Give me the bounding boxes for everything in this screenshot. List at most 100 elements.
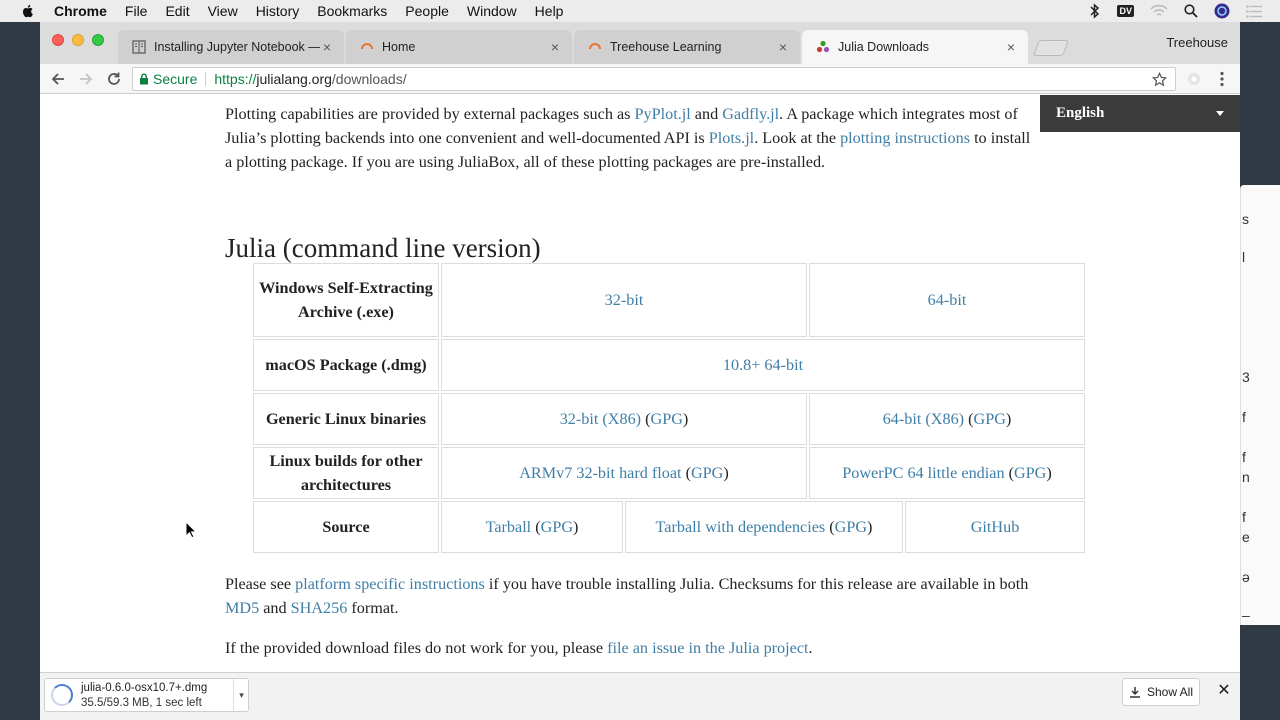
julia-favicon-icon — [816, 40, 830, 53]
siri-icon[interactable] — [1214, 3, 1230, 19]
link-tarball[interactable]: Tarball — [486, 518, 532, 536]
tab-title: Julia Downloads — [838, 40, 930, 54]
download-item[interactable]: julia-0.6.0-osx10.7+.dmg 35.5/59.3 MB, 1… — [44, 678, 249, 712]
show-all-button[interactable]: Show All — [1122, 678, 1200, 706]
text: and — [690, 105, 723, 123]
text: . Look at the — [754, 129, 841, 147]
link-platform-instructions[interactable]: platform specific instructions — [295, 575, 485, 593]
menu-window[interactable]: Window — [467, 3, 517, 19]
menu-edit[interactable]: Edit — [165, 3, 189, 19]
bg-glyph: n — [1242, 469, 1250, 485]
menu-help[interactable]: Help — [535, 3, 564, 19]
link-gpg[interactable]: GPG — [651, 410, 683, 428]
mouse-cursor-icon — [185, 521, 197, 539]
link-plotting-instructions[interactable]: plotting instructions — [840, 129, 970, 147]
table-row: Linux builds for other architectures ARM… — [253, 447, 1085, 499]
more-vert-icon — [1220, 71, 1224, 87]
address-bar[interactable]: Secure https://julialang.org/downloads/ — [132, 67, 1176, 91]
tab-title: Home — [382, 40, 416, 54]
book-favicon-icon — [132, 40, 146, 54]
close-downloads-icon[interactable]: ✕ — [1216, 683, 1232, 699]
menu-app-chrome[interactable]: Chrome — [54, 3, 107, 19]
extension-gear-icon — [1188, 73, 1200, 85]
secure-indicator[interactable]: Secure — [139, 71, 197, 87]
secure-label: Secure — [153, 71, 198, 87]
link-linux-64bit[interactable]: 64-bit (X86) — [883, 410, 964, 428]
tab-close-icon[interactable]: × — [1004, 40, 1018, 54]
link-tarball-deps[interactable]: Tarball with dependencies — [656, 518, 826, 536]
chrome-menu-button[interactable] — [1212, 69, 1232, 89]
wifi-icon[interactable] — [1150, 4, 1168, 18]
cell-linux-64: 64-bit (X86) (GPG) — [809, 393, 1085, 445]
dv-badge-icon[interactable]: DV — [1117, 5, 1134, 17]
link-mac-64bit[interactable]: 10.8+ 64-bit — [723, 356, 803, 374]
link-armv7[interactable]: ARMv7 32-bit hard float — [519, 464, 681, 482]
spotlight-search-icon[interactable] — [1184, 4, 1198, 18]
link-win-32bit[interactable]: 32-bit — [605, 291, 644, 309]
link-win-64bit[interactable]: 64-bit — [928, 291, 967, 309]
arrow-left-icon — [51, 73, 64, 85]
reload-button[interactable] — [104, 69, 124, 89]
reload-icon — [108, 72, 120, 85]
link-md5[interactable]: MD5 — [225, 599, 259, 617]
notification-center-icon[interactable] — [1246, 4, 1262, 18]
link-file-issue[interactable]: file an issue in the Julia project — [607, 639, 808, 657]
tab-installing-jupyter[interactable]: Installing Jupyter Notebook — × — [118, 30, 344, 64]
download-filename: julia-0.6.0-osx10.7+.dmg — [81, 682, 208, 694]
treehouse-favicon-icon — [361, 43, 373, 50]
row-label-other-arch: Linux builds for other architectures — [253, 447, 439, 499]
cell-github: GitHub — [905, 501, 1085, 553]
bluetooth-icon[interactable] — [1089, 3, 1101, 19]
link-gpg[interactable]: GPG — [974, 410, 1006, 428]
link-pyplot[interactable]: PyPlot.jl — [635, 105, 691, 123]
link-plots[interactable]: Plots.jl — [709, 129, 754, 147]
link-powerpc[interactable]: PowerPC 64 little endian — [842, 464, 1004, 482]
tab-home[interactable]: Home × — [346, 30, 572, 64]
table-row: Windows Self-Extracting Archive (.exe) 3… — [253, 263, 1085, 337]
link-gpg[interactable]: GPG — [1014, 464, 1046, 482]
new-tab-button[interactable] — [1033, 40, 1069, 56]
show-all-label: Show All — [1146, 685, 1194, 699]
profile-name[interactable]: Treehouse — [1166, 35, 1228, 50]
link-gadfly[interactable]: Gadfly.jl — [722, 105, 779, 123]
text: Please see — [225, 575, 296, 593]
row-label-windows: Windows Self-Extracting Archive (.exe) — [253, 263, 439, 337]
cell-win-32: 32-bit — [441, 263, 807, 337]
menu-bookmarks[interactable]: Bookmarks — [317, 3, 387, 19]
plotting-paragraph: Plotting capabilities are provided by ex… — [225, 102, 1040, 174]
table-row: Generic Linux binaries 32-bit (X86) (GPG… — [253, 393, 1085, 445]
link-gpg[interactable]: GPG — [541, 518, 573, 536]
window-minimize-button[interactable] — [72, 34, 84, 46]
menu-view[interactable]: View — [208, 3, 238, 19]
tab-treehouse-learning[interactable]: Treehouse Learning × — [574, 30, 800, 64]
apple-icon[interactable] — [20, 3, 36, 19]
tab-close-icon[interactable]: × — [548, 40, 562, 54]
link-gpg[interactable]: GPG — [835, 518, 867, 536]
menu-history[interactable]: History — [256, 3, 300, 19]
caret-down-icon — [1216, 111, 1224, 116]
link-sha256[interactable]: SHA256 — [291, 599, 348, 617]
bookmark-star-icon[interactable] — [1152, 72, 1167, 87]
url-host: julialang.org — [256, 71, 332, 87]
link-github[interactable]: GitHub — [971, 518, 1020, 536]
row-label-linux: Generic Linux binaries — [253, 393, 439, 445]
tab-julia-downloads[interactable]: Julia Downloads × — [802, 30, 1028, 64]
tab-close-icon[interactable]: × — [776, 40, 790, 54]
tab-title: Installing Jupyter Notebook — — [154, 40, 320, 54]
menu-people[interactable]: People — [405, 3, 449, 19]
background-window[interactable]: s l 3 f f n f e ə – — [1240, 185, 1280, 625]
menu-file[interactable]: File — [125, 3, 148, 19]
link-gpg[interactable]: GPG — [691, 464, 723, 482]
forward-button[interactable] — [76, 69, 96, 89]
language-selector[interactable]: English — [1040, 95, 1240, 132]
extension-button[interactable] — [1184, 69, 1204, 89]
page-viewport[interactable]: Plotting capabilities are provided by ex… — [40, 95, 1240, 672]
window-zoom-button[interactable] — [92, 34, 104, 46]
cell-ppc: PowerPC 64 little endian (GPG) — [809, 447, 1085, 499]
download-menu-caret-icon[interactable]: ▾ — [233, 679, 249, 711]
back-button[interactable] — [48, 69, 68, 89]
download-status: 35.5/59.3 MB, 1 sec left — [81, 697, 202, 709]
tab-close-icon[interactable]: × — [320, 40, 334, 54]
window-close-button[interactable] — [52, 34, 64, 46]
link-linux-32bit[interactable]: 32-bit (X86) — [560, 410, 641, 428]
